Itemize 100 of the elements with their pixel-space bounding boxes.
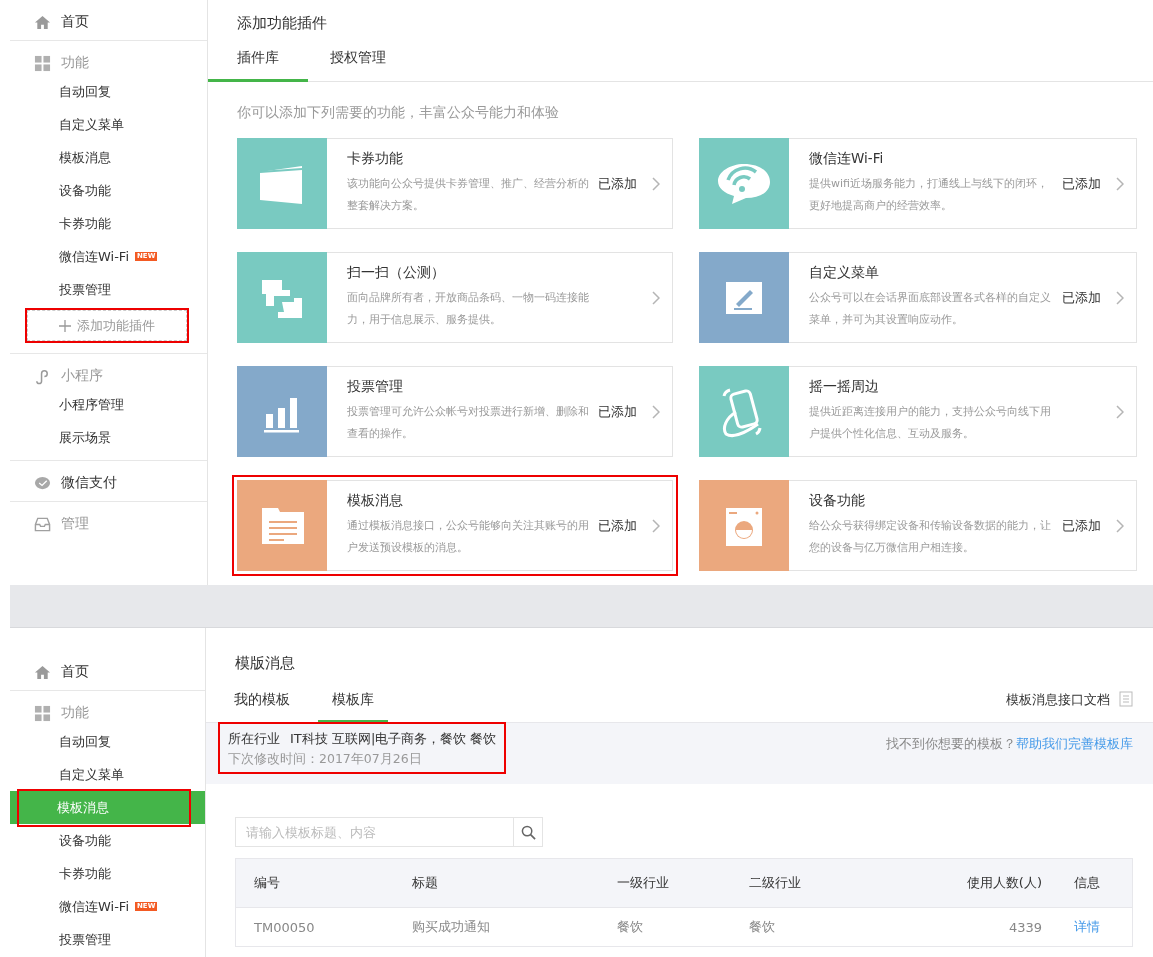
tab[interactable]: 授权管理	[308, 49, 408, 82]
page-title: 模版消息	[235, 654, 296, 673]
nav-link[interactable]: 首页	[61, 13, 89, 31]
plugin-title: 微信连Wi-Fi	[809, 150, 885, 168]
plugin-description: 提供wifi近场服务能力，打通线上与线下的闭环，更好地提高商户的经营效率。	[809, 176, 1049, 214]
plugin-description: 投票管理可允许公众帐号对投票进行新增、删除和查看的操作。	[347, 404, 590, 442]
sidebar-item[interactable]: 展示场景	[10, 421, 207, 454]
sidebar-item-label: 展示场景	[59, 428, 111, 447]
sidebar-item-label: 自动回复	[59, 82, 111, 101]
chevron-right-icon	[652, 404, 660, 419]
table-cell-text: 4339	[1007, 919, 1042, 935]
column-header: 一级行业	[617, 874, 670, 892]
added-status: 已添加	[1062, 289, 1101, 305]
chat-icon	[34, 474, 51, 492]
sidebar-item-label: 微信连Wi-Fi	[59, 247, 129, 266]
plugin-description: 公众号可以在会话界面底部设置各式各样的自定义菜单，并可为其设置响应动作。	[809, 290, 1052, 328]
sidebar-item-label: 投票管理	[59, 280, 111, 299]
chevron-right-icon	[1116, 290, 1124, 305]
plugin-description: 给公众号获得绑定设备和传输设备数据的能力，让您的设备与亿万微信用户相连接。	[809, 518, 1052, 556]
plugin-title: 扫一扫（公测）	[347, 264, 446, 282]
plugin-title: 卡券功能	[347, 150, 404, 168]
plugin-description: 通过模板消息接口，公众号能够向关注其账号的用户发送预设模板的消息。	[347, 518, 590, 556]
added-status: 已添加	[1062, 517, 1101, 533]
chevron-right-icon	[652, 518, 660, 533]
plugin-description: 提供近距离连接用户的能力，支持公众号向线下用户提供个性化信息、互动及服务。	[809, 404, 1052, 442]
nav-link[interactable]: 首页	[61, 663, 89, 681]
added-status: 已添加	[598, 403, 637, 419]
sidebar-item-label: 卡券功能	[59, 214, 111, 233]
sidebar-item[interactable]: 卡券功能	[10, 207, 207, 240]
plugin-description: 面向品牌所有者，开放商品条码、一物一码连接能力，用于信息展示、服务提供。	[347, 290, 590, 328]
grid-icon	[34, 54, 51, 72]
plugin-title: 模板消息	[347, 492, 404, 510]
sidebar-item[interactable]: 自定义菜单	[10, 108, 207, 141]
column-header: 标题	[412, 874, 439, 892]
search-button[interactable]	[513, 817, 543, 847]
tab[interactable]: 插件库	[208, 49, 308, 82]
sidebar-item[interactable]: 自动回复	[10, 725, 205, 758]
link-icon	[34, 367, 51, 385]
sidebar-item[interactable]: 设备功能	[10, 174, 207, 207]
chevron-right-icon	[652, 176, 660, 191]
added-status: 已添加	[1062, 175, 1101, 191]
table-cell-text: 餐饮	[749, 918, 776, 936]
sidebar-item-label: 卡券功能	[59, 864, 111, 883]
search-icon	[520, 824, 536, 840]
page-title: 添加功能插件	[237, 14, 328, 33]
sidebar-item[interactable]: 自定义菜单	[10, 758, 205, 791]
column-header: 编号	[254, 874, 281, 892]
home-icon	[34, 13, 51, 31]
plugin-title: 自定义菜单	[809, 264, 880, 282]
home-icon	[34, 663, 51, 681]
sidebar-item[interactable]: 设备功能	[10, 824, 205, 857]
sidebar-item-label: 自动回复	[59, 732, 111, 751]
section-heading: 管理	[61, 515, 89, 533]
column-header: 二级行业	[749, 874, 802, 892]
chevron-right-icon	[1116, 176, 1124, 191]
sidebar-item-label: 自定义菜单	[59, 115, 124, 134]
chevron-right-icon	[1116, 518, 1124, 533]
intro-text: 你可以添加下列需要的功能，丰富公众号能力和体验	[237, 104, 560, 122]
sidebar-item[interactable]: 自动回复	[10, 75, 207, 108]
sidebar-item-label: 模板消息	[19, 790, 189, 825]
sidebar-item[interactable]: 卡券功能	[10, 857, 205, 890]
tab[interactable]: 我的模板	[220, 691, 304, 723]
plugin-card[interactable]: 模板消息 通过模板消息接口，公众号能够向关注其账号的用户发送预设模板的消息。 已添加	[232, 475, 678, 576]
industry-value: IT科技 互联网|电子商务，餐饮 餐饮	[290, 730, 497, 748]
column-header: 信息	[1073, 874, 1101, 892]
grid-icon	[34, 704, 51, 722]
chevron-right-icon	[652, 290, 660, 305]
tray-icon	[34, 515, 51, 533]
chevron-right-icon	[1116, 404, 1124, 419]
doc-link[interactable]: 模板消息接口文档	[1006, 691, 1110, 709]
sidebar-item[interactable]: 投票管理	[10, 273, 207, 306]
plugin-title: 设备功能	[809, 492, 866, 510]
sidebar-item-label: 小程序管理	[59, 395, 124, 414]
industry-label: 所在行业	[228, 730, 280, 748]
sidebar-item-label: 微信连Wi-Fi	[59, 897, 129, 916]
nav-link[interactable]: 微信支付	[61, 474, 117, 492]
table-cell-text: TM00050	[254, 919, 316, 935]
sidebar-item-label: 设备功能	[59, 181, 111, 200]
search-field[interactable]: 请输入模板标题、内容	[235, 817, 513, 847]
table-cell-text: 购买成功通知	[412, 918, 491, 936]
section-heading: 功能	[61, 54, 89, 72]
sidebar-item[interactable]: 小程序管理	[10, 388, 207, 421]
added-status: 已添加	[598, 517, 637, 533]
sidebar-item[interactable]: 模板消息	[10, 141, 207, 174]
sidebar-item-label: 自定义菜单	[59, 765, 124, 784]
sidebar-item-label: 模板消息	[59, 148, 111, 167]
plugin-title: 摇一摇周边	[809, 378, 880, 396]
help-text: 找不到你想要的模板？	[886, 736, 1016, 751]
section-heading: 小程序	[61, 367, 103, 385]
table-cell-text: 餐饮	[617, 918, 644, 936]
column-header: 使用人数(人)	[965, 874, 1042, 892]
sidebar-item-label: 设备功能	[59, 831, 111, 850]
sidebar-item[interactable]: 投票管理	[10, 923, 205, 956]
added-status: 已添加	[598, 175, 637, 191]
sidebar-item-label: 投票管理	[59, 930, 111, 949]
plugin-description: 该功能向公众号提供卡券管理、推广、经营分析的整套解决方案。	[347, 176, 590, 214]
section-heading: 功能	[61, 704, 89, 722]
plugin-title: 投票管理	[347, 378, 404, 396]
plus-icon	[59, 319, 71, 332]
next-change-text: 下次修改时间：2017年07月26日	[228, 751, 423, 768]
